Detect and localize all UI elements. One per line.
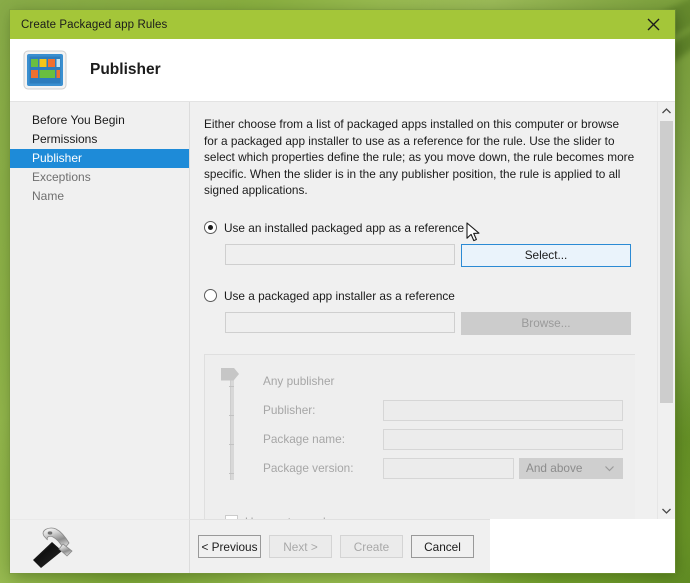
browse-button[interactable]: Browse... [461, 311, 631, 335]
create-button[interactable]: Create [340, 535, 403, 558]
content-pane: Either choose from a list of packaged ap… [190, 102, 675, 519]
page-title: Publisher [90, 61, 161, 78]
sidebar-item-before-you-begin[interactable]: Before You Begin [10, 111, 189, 130]
scroll-down-button[interactable] [658, 502, 675, 519]
row-any-publisher: Any publisher [205, 367, 635, 396]
any-publisher-label: Any publisher [263, 374, 335, 388]
sidebar-item-permissions[interactable]: Permissions [10, 130, 189, 149]
publisher-properties-panel: Any publisher Publisher: Package name: P… [204, 353, 635, 520]
previous-button[interactable]: < Previous [198, 535, 261, 558]
sidebar-item-exceptions[interactable]: Exceptions [10, 168, 189, 187]
sidebar-item-publisher[interactable]: Publisher [10, 149, 189, 168]
installed-app-row: Select... [204, 243, 643, 267]
row-package-version: Package version: And above [205, 454, 635, 483]
title-bar: Create Packaged app Rules [10, 10, 675, 39]
wizard-buttons: < Previous Next > Create Cancel [190, 519, 490, 573]
slider-tick [229, 385, 234, 387]
create-packaged-app-rules-window: Create Packaged app Rules Publisher Befo… [10, 10, 675, 573]
slider-tick [229, 443, 234, 445]
radio-installed-app-indicator [204, 221, 217, 234]
window-footer: < Previous Next > Create Cancel [10, 519, 675, 573]
chevron-down-icon [605, 465, 614, 471]
publisher-input[interactable] [383, 399, 623, 421]
chevron-up-icon [662, 107, 671, 113]
version-condition-value: And above [526, 461, 583, 475]
use-custom-values-label: Use custom values [245, 515, 345, 520]
radio-use-app-installer[interactable]: Use a packaged app installer as a refere… [204, 289, 643, 303]
slider-tick [229, 414, 234, 416]
scroll-up-button[interactable] [658, 102, 675, 119]
window-body: Before You Begin Permissions Publisher E… [10, 101, 675, 519]
slider-track [230, 375, 234, 480]
package-name-input[interactable] [383, 428, 623, 450]
row-package-name: Package name: [205, 425, 635, 454]
content-scrollbar[interactable] [657, 102, 675, 519]
hammer-icon [33, 527, 73, 568]
use-custom-values-checkbox[interactable] [225, 515, 238, 519]
close-icon [647, 18, 659, 31]
version-condition-dropdown[interactable]: And above [519, 457, 623, 479]
specificity-slider[interactable] [219, 367, 249, 480]
row-publisher: Publisher: [205, 396, 635, 425]
wizard-header: Publisher [10, 39, 675, 101]
slider-tick [229, 472, 234, 474]
package-name-label: Package name: [263, 432, 345, 446]
next-button[interactable]: Next > [269, 535, 332, 558]
window-title: Create Packaged app Rules [21, 18, 168, 31]
app-installer-row: Browse... [204, 311, 643, 335]
scrollbar-track[interactable] [658, 119, 675, 502]
radio-installed-app-label: Use an installed packaged app as a refer… [224, 220, 465, 235]
select-button[interactable]: Select... [461, 243, 631, 267]
intro-description: Either choose from a list of packaged ap… [204, 117, 635, 197]
app-installer-input[interactable] [225, 311, 455, 333]
radio-app-installer-indicator [204, 289, 217, 302]
package-version-input[interactable] [383, 457, 514, 479]
radio-app-installer-label: Use a packaged app installer as a refere… [224, 288, 455, 303]
package-version-label: Package version: [263, 461, 354, 475]
sidebar-item-name[interactable]: Name [10, 187, 189, 206]
wizard-steps-sidebar: Before You Begin Permissions Publisher E… [10, 102, 190, 519]
chevron-down-icon [662, 508, 671, 514]
content-scroll-row: Either choose from a list of packaged ap… [190, 102, 675, 519]
scrollbar-thumb[interactable] [660, 121, 673, 403]
hammer-decoration-pane [10, 519, 190, 573]
close-button[interactable] [631, 10, 675, 39]
cancel-button[interactable]: Cancel [411, 535, 474, 558]
installed-app-input[interactable] [225, 243, 455, 265]
packaged-app-icon [23, 50, 67, 90]
publisher-form: Either choose from a list of packaged ap… [190, 102, 657, 519]
radio-use-installed-app[interactable]: Use an installed packaged app as a refer… [204, 221, 643, 235]
use-custom-values-row[interactable]: Use custom values [225, 515, 345, 520]
publisher-label: Publisher: [263, 403, 316, 417]
slider-thumb[interactable] [221, 367, 239, 381]
